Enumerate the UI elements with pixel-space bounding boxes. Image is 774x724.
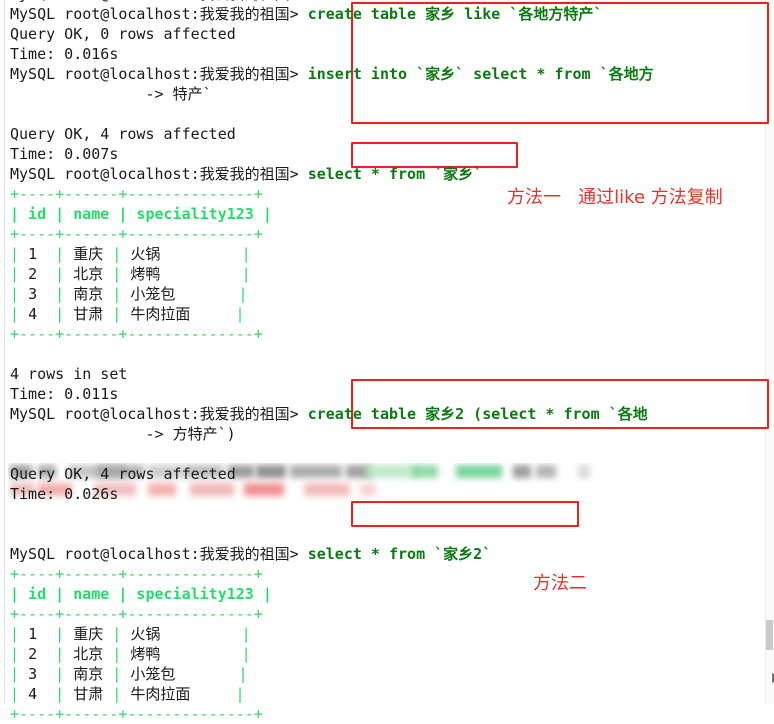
terminal-line: Time: 0.011s — [10, 384, 774, 404]
table-rule-text: +----+------+--------------+ — [10, 605, 263, 623]
prompt-text: MySQL root@localhost:我爱我的祖国> — [10, 0, 299, 3]
terminal-line: Query OK, 4 rows affected — [10, 124, 774, 144]
terminal-output: MySQL root@localhost:我爱我的祖国> MySQL root@… — [10, 0, 774, 724]
prompt-text: MySQL root@localhost:我爱我的祖国> — [10, 405, 299, 423]
table-row: | 2 | 北京 | 烤鸭 | — [10, 645, 251, 663]
table-rule-text: +----+------+--------------+ — [10, 225, 263, 243]
cell-id: 4 — [28, 305, 38, 323]
terminal-line: 4 rows in set — [10, 364, 774, 384]
terminal-line: Time: 0.007s — [10, 144, 774, 164]
cell-name: 甘肃 — [73, 305, 104, 323]
table-rule: +----+------+--------------+ — [10, 704, 774, 724]
sql-command-select-jiaxiang2: select * from `家乡2` — [307, 545, 492, 563]
cell-id: 1 — [28, 625, 38, 643]
cell-name: 重庆 — [73, 625, 104, 643]
table-header-row: | id | name | speciality123 | — [10, 584, 774, 604]
status-text: Query OK, 4 rows affected — [10, 465, 236, 483]
cell-speciality: 牛肉拉面 — [130, 305, 191, 323]
table-rule: +----+------+--------------+ — [10, 604, 774, 624]
cell-id: 1 — [28, 245, 38, 263]
terminal-continuation-line: -> 特产` — [10, 84, 774, 104]
table-rule-text: +----+------+--------------+ — [10, 325, 263, 343]
terminal-line: MySQL root@localhost:我爱我的祖国> select * fr… — [10, 544, 774, 564]
cell-id: 3 — [28, 665, 38, 683]
cell-name: 南京 — [73, 285, 104, 303]
table-rule-text: +----+------+--------------+ — [10, 185, 263, 203]
timing-text: Time: 0.016s — [10, 45, 119, 63]
terminal-line: MySQL root@localhost:我爱我的祖国> insert into… — [10, 64, 774, 84]
terminal-continuation-line: -> 方特产`) — [10, 424, 774, 444]
cell-id: 2 — [28, 265, 38, 283]
terminal-line: MySQL root@localhost:我爱我的祖国> select * fr… — [10, 164, 774, 184]
table-row: | 2 | 北京 | 烤鸭 | — [10, 265, 251, 283]
prompt-text: MySQL root@localhost:我爱我的祖国> — [10, 545, 299, 563]
cell-id: 3 — [28, 285, 38, 303]
terminal-line: Time: 0.016s — [10, 44, 774, 64]
status-text: Query OK, 4 rows affected — [10, 125, 236, 143]
prompt-text: MySQL root@localhost:我爱我的祖国> — [10, 165, 299, 183]
terminal-line: Query OK, 4 rows affected — [10, 464, 774, 484]
table-rule: +----+------+--------------+ — [10, 224, 774, 244]
continuation-arrow: -> — [10, 85, 164, 103]
table-header-text: | id | name | speciality123 | — [10, 205, 272, 223]
status-text: Query OK, 0 rows affected — [10, 25, 236, 43]
table-rule-text: +----+------+--------------+ — [10, 565, 263, 583]
sql-continuation-text: 方特产`) — [172, 425, 236, 443]
cell-speciality: 小笼包 — [130, 665, 176, 683]
cell-name: 北京 — [73, 645, 104, 663]
cell-name: 南京 — [73, 665, 104, 683]
cell-speciality: 牛肉拉面 — [130, 685, 191, 703]
terminal-line: Query OK, 0 rows affected — [10, 24, 774, 44]
terminal-line: MySQL root@localhost:我爱我的祖国> create tabl… — [10, 4, 774, 24]
timing-text: Time: 0.011s — [10, 385, 119, 403]
timing-text: Time: 0.007s — [10, 145, 119, 163]
sql-command-create-jiaxiang2: create table 家乡2 (select * from `各地 — [307, 405, 648, 423]
table-rule-text: +----+------+--------------+ — [10, 705, 263, 723]
timing-text: Time: 0.026s — [10, 485, 119, 503]
sql-continuation-text: 特产` — [172, 85, 212, 103]
prompt-text: MySQL root@localhost:我爱我的祖国> — [10, 5, 299, 23]
table-row: | 1 | 重庆 | 火锅 | — [10, 245, 251, 263]
cell-speciality: 烤鸭 — [130, 265, 161, 283]
screenshot-root: 方法一 通过like 方法复制 方法二 MySQL root@localhost… — [0, 0, 774, 723]
redacted-line — [10, 504, 774, 524]
prompt-text: MySQL root@localhost:我爱我的祖国> — [10, 65, 299, 83]
rowcount-text: 4 rows in set — [10, 365, 128, 383]
table-row: | 3 | 南京 | 小笼包 | — [10, 665, 248, 683]
sql-command-insert-into: insert into `家乡` select * from `各地方 — [307, 65, 654, 83]
sql-command-select-jiaxiang: select * from `家乡` — [307, 165, 483, 183]
terminal-line: MySQL root@localhost:我爱我的祖国> create tabl… — [10, 404, 774, 424]
table-row: | 3 | 南京 | 小笼包 | — [10, 285, 248, 303]
table-rule: +----+------+--------------+ — [10, 564, 774, 584]
cell-name: 重庆 — [73, 245, 104, 263]
table-row: | 4 | 甘肃 | 牛肉拉面 | — [10, 305, 245, 323]
pane-left-rule — [4, 0, 5, 704]
cell-name: 北京 — [73, 265, 104, 283]
table-header-text: | id | name | speciality123 | — [10, 585, 272, 603]
table-row: | 4 | 甘肃 | 牛肉拉面 | — [10, 685, 245, 703]
cell-speciality: 小笼包 — [130, 285, 176, 303]
cell-speciality: 火锅 — [130, 625, 161, 643]
continuation-arrow: -> — [10, 425, 164, 443]
cell-speciality: 火锅 — [130, 245, 161, 263]
table-row: | 1 | 重庆 | 火锅 | — [10, 625, 251, 643]
table-rule: +----+------+--------------+ — [10, 324, 774, 344]
cell-id: 2 — [28, 645, 38, 663]
cell-name: 甘肃 — [73, 685, 104, 703]
cell-id: 4 — [28, 685, 38, 703]
redacted-line — [10, 524, 774, 544]
annotation-method-two: 方法二 — [533, 573, 587, 594]
cell-speciality: 烤鸭 — [130, 645, 161, 663]
sql-command-create-table: create table 家乡 like `各地方特产` — [307, 5, 603, 23]
terminal-line: Time: 0.026s — [10, 484, 774, 504]
annotation-method-one: 方法一 通过like 方法复制 — [507, 187, 723, 208]
